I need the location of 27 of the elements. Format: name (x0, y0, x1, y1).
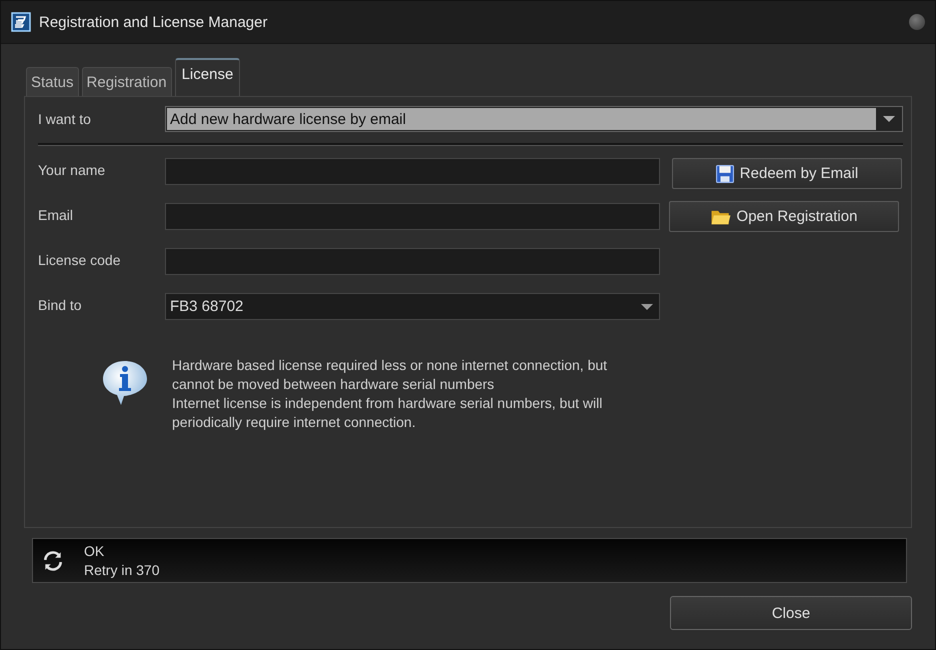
input-field[interactable] (165, 248, 660, 275)
folder-icon (710, 208, 731, 224)
input-field[interactable] (165, 158, 660, 185)
caret-icon (876, 107, 902, 131)
close-button[interactable]: Close (670, 596, 912, 630)
action-dropdown[interactable]: Add new hardware license by email (165, 106, 903, 132)
refresh-icon (42, 550, 64, 572)
field-label: License code (38, 251, 122, 268)
input-field[interactable] (165, 203, 660, 230)
bind-dropdown[interactable]: FB3 68702 (165, 293, 660, 320)
status-text: OK (84, 542, 106, 560)
field-label: Email (38, 206, 74, 223)
info-text: Internet license is independent from hardware serial numbers, but will periodically require internet connection. (172, 394, 604, 432)
window-title: Registration and License Manager (39, 14, 268, 30)
action-button[interactable]: Redeem by Email (672, 158, 902, 189)
app-logo-icon (11, 12, 31, 32)
caret-icon (641, 304, 653, 310)
tab[interactable]: Status (26, 67, 79, 96)
status-text: Retry in 370 (84, 560, 160, 580)
action-button[interactable]: Open Registration (669, 201, 899, 232)
field-label: Bind to (38, 296, 83, 313)
tab[interactable]: Registration (82, 67, 172, 96)
window-button-icon[interactable] (909, 14, 925, 30)
tab[interactable]: License (174, 58, 240, 96)
info-text: Hardware based license required less or none internet connection, but cannot be moved between hardware serial numbers (172, 356, 608, 394)
field-label: I want to (38, 111, 92, 127)
field-label: Your name (38, 161, 106, 178)
